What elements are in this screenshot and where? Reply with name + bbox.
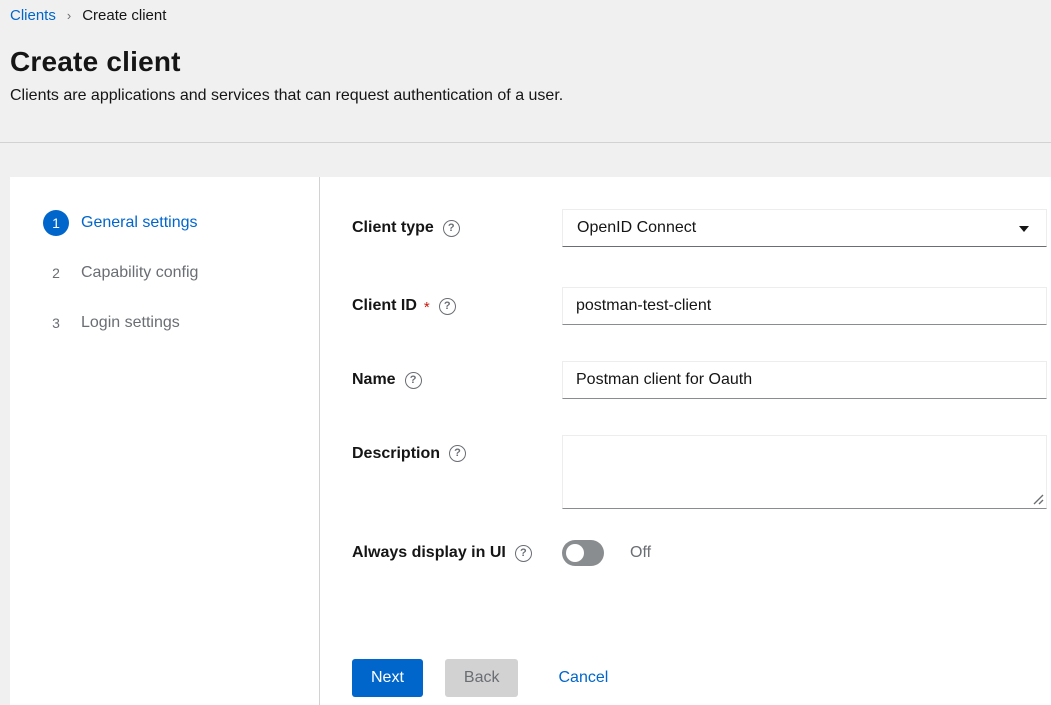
wizard-step-general-settings[interactable]: 1 General settings [43,210,319,236]
description-textarea-wrap [562,435,1047,509]
client-id-help-icon[interactable]: ? [439,298,456,315]
back-button[interactable]: Back [445,659,519,697]
description-label-group: Description ? [352,435,562,509]
required-asterisk: * [424,299,430,316]
client-id-label-group: Client ID * ? [352,287,562,325]
name-label: Name [352,371,396,389]
wizard-step-capability-config[interactable]: 2 Capability config [43,260,319,286]
breadcrumb-current: Create client [82,7,166,24]
page-header: Clients › Create client Create client Cl… [0,0,1051,143]
client-type-control: OpenID Connect [562,209,1047,247]
step-label: Capability config [81,264,198,282]
name-input[interactable] [562,361,1047,399]
always-display-toggle[interactable] [562,540,604,566]
name-control [562,361,1047,399]
step-number-badge: 1 [43,210,69,236]
description-label: Description [352,445,440,463]
client-type-selected-value: OpenID Connect [577,219,696,237]
wizard-nav: 1 General settings 2 Capability config 3… [10,177,320,705]
caret-down-icon [1019,226,1029,232]
client-id-input[interactable] [562,287,1047,325]
always-display-label: Always display in UI [352,544,506,562]
name-label-group: Name ? [352,361,562,399]
create-client-wizard: 1 General settings 2 Capability config 3… [10,177,1051,705]
step-number: 2 [43,260,69,286]
client-type-label: Client type [352,219,434,237]
breadcrumb: Clients › Create client [10,7,1041,24]
wizard-footer: Next Back Cancel [352,659,1047,697]
wizard-step-login-settings[interactable]: 3 Login settings [43,310,319,336]
client-id-control [562,287,1047,325]
toggle-state-label: Off [630,544,651,562]
toggle-knob [566,544,584,562]
cancel-button[interactable]: Cancel [558,659,608,697]
form-row-always-display: Always display in UI ? Off [352,540,1047,566]
client-type-select[interactable]: OpenID Connect [562,209,1047,247]
breadcrumb-separator-icon: › [67,9,71,22]
step-number: 3 [43,310,69,336]
description-help-icon[interactable]: ? [449,445,466,462]
client-type-label-group: Client type ? [352,209,562,247]
always-display-label-group: Always display in UI ? [352,540,562,566]
form-row-description: Description ? [352,435,1047,509]
form-row-client-type: Client type ? OpenID Connect [352,209,1047,247]
client-id-label: Client ID [352,297,417,315]
step-label: General settings [81,214,198,232]
page-subtitle: Clients are applications and services th… [10,87,1041,105]
next-button[interactable]: Next [352,659,423,697]
name-help-icon[interactable]: ? [405,372,422,389]
description-control [562,435,1047,509]
description-textarea[interactable] [562,435,1047,509]
breadcrumb-link-clients[interactable]: Clients [10,7,56,24]
always-display-control: Off [562,540,1047,566]
form-row-name: Name ? [352,361,1047,399]
step-label: Login settings [81,314,180,332]
form-row-client-id: Client ID * ? [352,287,1047,325]
always-display-help-icon[interactable]: ? [515,545,532,562]
resize-handle-icon[interactable] [1033,494,1044,505]
client-type-help-icon[interactable]: ? [443,220,460,237]
page-title: Create client [10,46,1041,78]
general-settings-form: Client type ? OpenID Connect Client ID *… [320,177,1051,705]
